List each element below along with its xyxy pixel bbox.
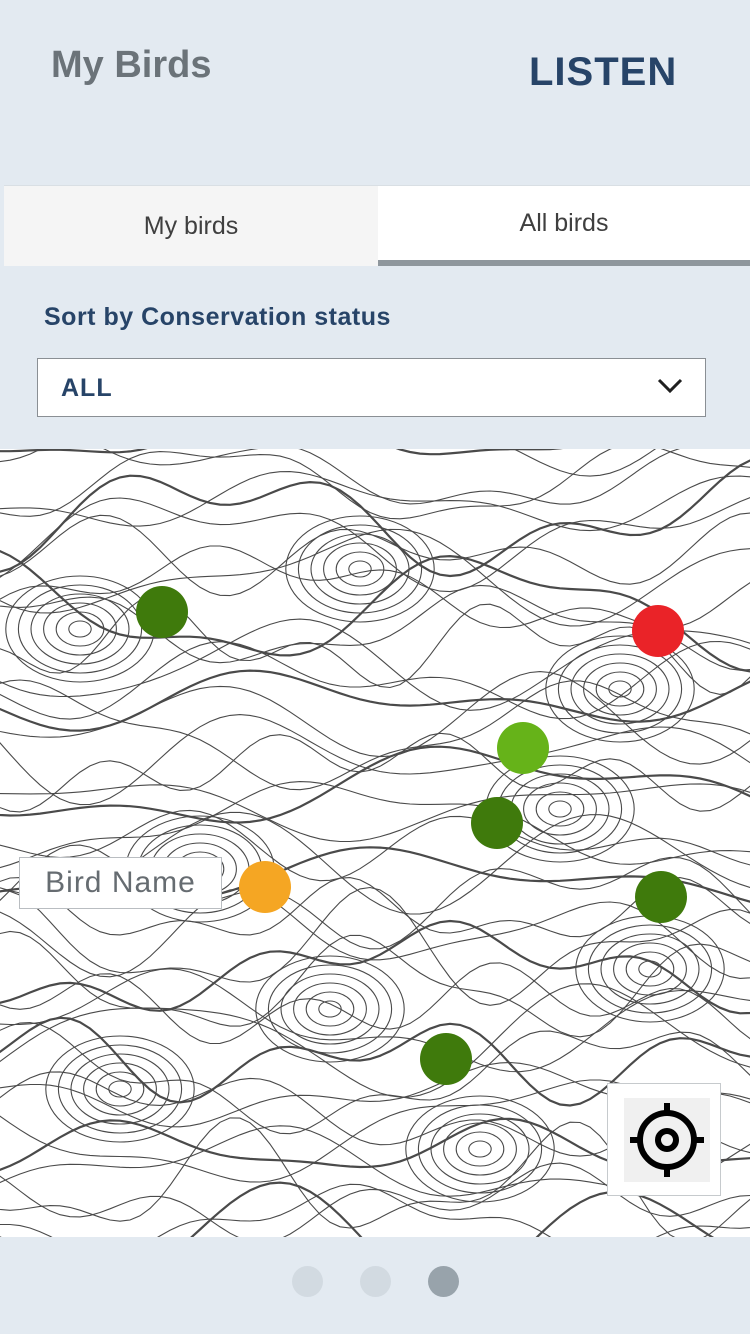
- contour-line: [0, 962, 750, 1045]
- contour-ring: [523, 782, 597, 836]
- contour-ring: [5, 575, 155, 683]
- contour-ring: [108, 1080, 132, 1098]
- listen-button[interactable]: LISTEN: [529, 50, 677, 95]
- bird-marker[interactable]: [497, 722, 549, 774]
- conservation-status-select[interactable]: ALL: [37, 358, 706, 417]
- contour-ring: [455, 1131, 505, 1167]
- bird-marker[interactable]: [632, 605, 684, 657]
- chevron-down-icon: [657, 378, 683, 394]
- contour-ring: [83, 1062, 157, 1116]
- contour-ring: [613, 942, 687, 996]
- contour-line: [0, 732, 750, 813]
- contour-ring: [17, 584, 143, 674]
- bird-marker[interactable]: [136, 586, 188, 638]
- contour-ring: [548, 800, 572, 818]
- contour-ring: [310, 533, 410, 605]
- contour-ring: [280, 973, 380, 1045]
- contour-line: [0, 783, 750, 843]
- page-dot[interactable]: [428, 1266, 459, 1297]
- contour-ring: [510, 773, 610, 845]
- contour-ring: [535, 791, 585, 827]
- contour-ring: [55, 611, 105, 647]
- contour-ring: [335, 551, 385, 587]
- bird-marker[interactable]: [635, 871, 687, 923]
- topographic-map[interactable]: Bird Name: [0, 449, 750, 1237]
- crosshair-icon: [630, 1103, 704, 1177]
- contour-ring: [443, 1122, 517, 1176]
- contour-ring: [323, 542, 397, 596]
- contour-ring: [305, 991, 355, 1027]
- contour-ring: [468, 1140, 492, 1158]
- sort-label: Sort by Conservation status: [44, 303, 391, 331]
- contour-line: [0, 512, 750, 597]
- contour-line: [103, 449, 657, 477]
- contour-line: [0, 497, 750, 593]
- contour-ring: [95, 1071, 145, 1107]
- contour-ring: [587, 924, 713, 1014]
- contour-ring: [68, 620, 92, 638]
- select-value: ALL: [61, 374, 113, 402]
- bird-marker[interactable]: [471, 797, 523, 849]
- contour-line: [0, 640, 750, 720]
- tab-bar: My birds All birds: [4, 185, 750, 266]
- bird-marker[interactable]: [420, 1033, 472, 1085]
- locate-button[interactable]: [607, 1083, 721, 1196]
- contour-ring: [70, 1053, 170, 1125]
- contour-ring: [293, 982, 367, 1036]
- tab-all-birds[interactable]: All birds: [378, 185, 750, 266]
- contour-line: [0, 449, 750, 520]
- contour-ring: [638, 960, 662, 978]
- page-dot[interactable]: [292, 1266, 323, 1297]
- contour-ring: [595, 671, 645, 707]
- page-title: My Birds: [51, 44, 212, 86]
- contour-ring: [575, 915, 725, 1023]
- contour-ring: [348, 560, 372, 578]
- page-indicator: [0, 1266, 750, 1298]
- contour-ring: [600, 933, 700, 1005]
- contour-ring: [417, 1104, 543, 1194]
- contour-ring: [30, 593, 130, 665]
- page-dot[interactable]: [360, 1266, 391, 1297]
- contour-ring: [583, 662, 657, 716]
- contour-ring: [625, 951, 675, 987]
- bird-marker[interactable]: [239, 861, 291, 913]
- contour-line: [0, 714, 750, 806]
- bird-name-label: Bird Name: [19, 857, 222, 909]
- contour-line: [0, 550, 750, 673]
- tab-my-birds[interactable]: My birds: [4, 185, 378, 266]
